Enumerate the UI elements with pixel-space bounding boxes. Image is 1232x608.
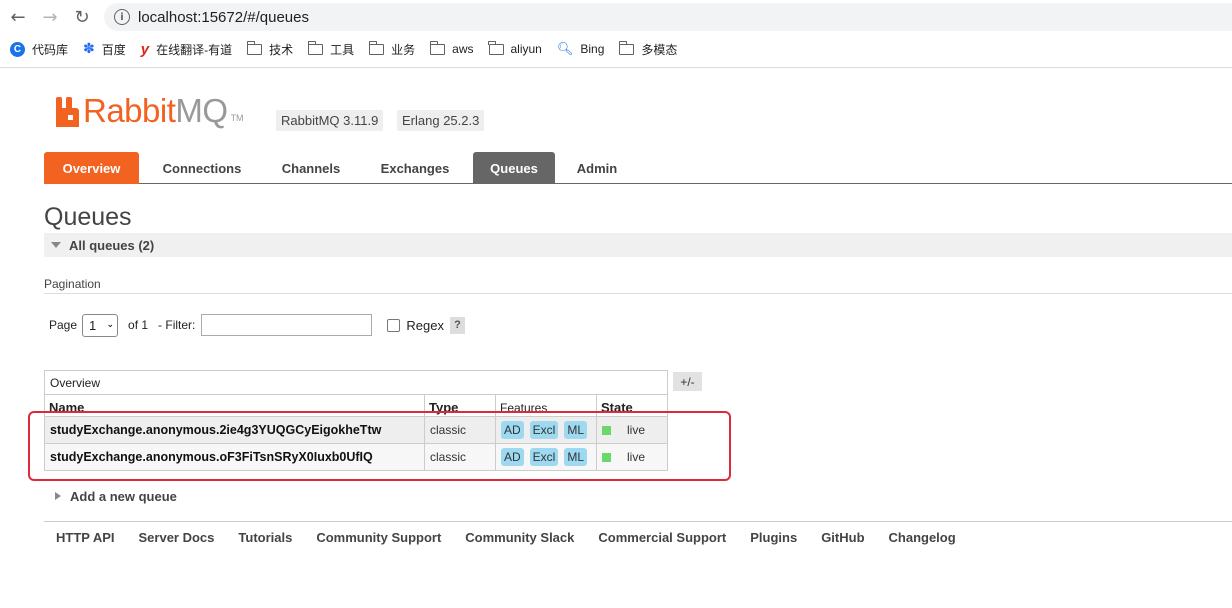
- bookmark-folder-aws[interactable]: aws: [429, 40, 474, 56]
- reload-icon[interactable]: ↻: [70, 5, 94, 29]
- divider: [44, 293, 1232, 294]
- filter-input[interactable]: [201, 314, 373, 336]
- tab-overview[interactable]: Overview: [44, 152, 139, 184]
- bookmark-baidu[interactable]: ✽ 百度: [83, 41, 126, 58]
- tab-queues[interactable]: Queues: [473, 152, 555, 184]
- column-toggle-button[interactable]: +/-: [673, 372, 702, 391]
- tab-exchanges[interactable]: Exchanges: [366, 152, 464, 184]
- folder-icon: [618, 40, 635, 55]
- baidu-paw-icon: ✽: [83, 41, 95, 57]
- bookmark-label: 工具: [330, 42, 355, 57]
- url-text: localhost:15672/#/queues: [138, 8, 309, 26]
- browser-chrome: ← → ↻ i localhost:15672/#/queues C 代码库 ✽…: [0, 0, 1232, 68]
- tab-connections[interactable]: Connections: [147, 152, 257, 184]
- regex-label: Regex: [406, 317, 444, 333]
- folder-icon: [368, 40, 385, 55]
- bookmarks-bar: C 代码库 ✽ 百度 y 在线翻译-有道 技术 工具 业务 aws aliyun…: [0, 38, 692, 60]
- group-header-overview: Overview: [44, 370, 668, 395]
- chevron-down-icon: ⌄: [106, 320, 115, 330]
- footer-link-commercial-support[interactable]: Commercial Support: [598, 530, 726, 545]
- bookmark-code[interactable]: C 代码库: [10, 41, 68, 58]
- c-logo-icon: C: [10, 41, 25, 57]
- rabbitmq-logo[interactable]: RabbitMQ TM: [55, 92, 244, 129]
- section-title: All queues (2): [69, 237, 155, 253]
- bookmark-youdao[interactable]: y 在线翻译-有道: [141, 41, 232, 58]
- footer-link-community-slack[interactable]: Community Slack: [465, 530, 574, 545]
- footer-link-tutorials[interactable]: Tutorials: [238, 530, 292, 545]
- youdao-icon: y: [140, 40, 150, 58]
- regex-checkbox[interactable]: [387, 318, 401, 332]
- footer-link-plugins[interactable]: Plugins: [750, 530, 797, 545]
- tab-channels[interactable]: Channels: [266, 152, 356, 184]
- bookmark-folder-business[interactable]: 业务: [368, 40, 416, 58]
- bookmark-label: 百度: [101, 42, 126, 57]
- folder-icon: [488, 40, 504, 55]
- search-icon: 🔍︎: [556, 41, 574, 57]
- footer-link-http-api[interactable]: HTTP API: [56, 530, 115, 545]
- expand-triangle-icon: [55, 492, 61, 500]
- collapse-triangle-icon: [51, 242, 61, 248]
- bookmark-label: 在线翻译-有道: [156, 42, 233, 57]
- footer-link-changelog[interactable]: Changelog: [889, 530, 956, 545]
- bookmark-bing[interactable]: 🔍︎ Bing: [557, 42, 605, 57]
- erlang-version: Erlang 25.2.3: [397, 110, 485, 131]
- page-select-value: 1: [89, 317, 97, 333]
- page-title: Queues: [44, 203, 132, 231]
- pagination-controls: Page 1 ⌄ of 1 - Filter: Regex ?: [49, 313, 465, 337]
- bookmark-label: Bing: [580, 42, 605, 56]
- bookmark-folder-aliyun[interactable]: aliyun: [488, 40, 542, 56]
- page-select[interactable]: 1 ⌄: [82, 313, 119, 337]
- logo-wordmark: RabbitMQ: [83, 92, 228, 129]
- page-count: of 1: [128, 318, 149, 332]
- table-group-header: Overview: [44, 370, 668, 395]
- annotation-highlight-box: [28, 411, 731, 481]
- pagination-label: Pagination: [44, 277, 101, 291]
- add-queue-label: Add a new queue: [70, 488, 177, 504]
- add-queue-toggle[interactable]: Add a new queue: [44, 488, 177, 504]
- page-label: Page: [49, 318, 78, 332]
- footer-link-community-support[interactable]: Community Support: [316, 530, 441, 545]
- address-bar[interactable]: i localhost:15672/#/queues: [104, 3, 1232, 31]
- help-button[interactable]: ?: [449, 316, 465, 334]
- footer-link-github[interactable]: GitHub: [821, 530, 864, 545]
- bookmark-label: 业务: [391, 42, 416, 57]
- bookmark-label: aliyun: [510, 42, 542, 56]
- bookmark-label: 技术: [269, 42, 294, 57]
- bookmark-folder-tech[interactable]: 技术: [246, 40, 294, 58]
- tab-admin[interactable]: Admin: [565, 152, 629, 184]
- site-info-icon[interactable]: i: [114, 9, 130, 25]
- folder-icon: [429, 40, 446, 55]
- bookmark-label: aws: [452, 42, 474, 56]
- main-tabs: Overview Connections Channels Exchanges …: [44, 152, 1232, 184]
- rabbitmq-version: RabbitMQ 3.11.9: [276, 110, 384, 131]
- bookmark-folder-tools[interactable]: 工具: [307, 40, 355, 58]
- back-arrow-icon[interactable]: ←: [6, 5, 30, 29]
- footer-divider: [44, 521, 1232, 522]
- footer-links: HTTP API Server Docs Tutorials Community…: [56, 530, 980, 545]
- forward-arrow-icon[interactable]: →: [38, 5, 62, 29]
- rabbit-logo-icon: [56, 97, 79, 127]
- logo-trademark: TM: [230, 113, 244, 123]
- bookmark-folder-multimodal[interactable]: 多模态: [618, 40, 678, 58]
- bookmark-label: 多模态: [641, 42, 678, 57]
- bookmark-label: 代码库: [32, 42, 69, 57]
- folder-icon: [246, 40, 263, 55]
- all-queues-section-toggle[interactable]: All queues (2): [44, 233, 1232, 257]
- footer-link-server-docs[interactable]: Server Docs: [139, 530, 215, 545]
- folder-icon: [307, 40, 324, 55]
- filter-label: - Filter:: [158, 318, 196, 332]
